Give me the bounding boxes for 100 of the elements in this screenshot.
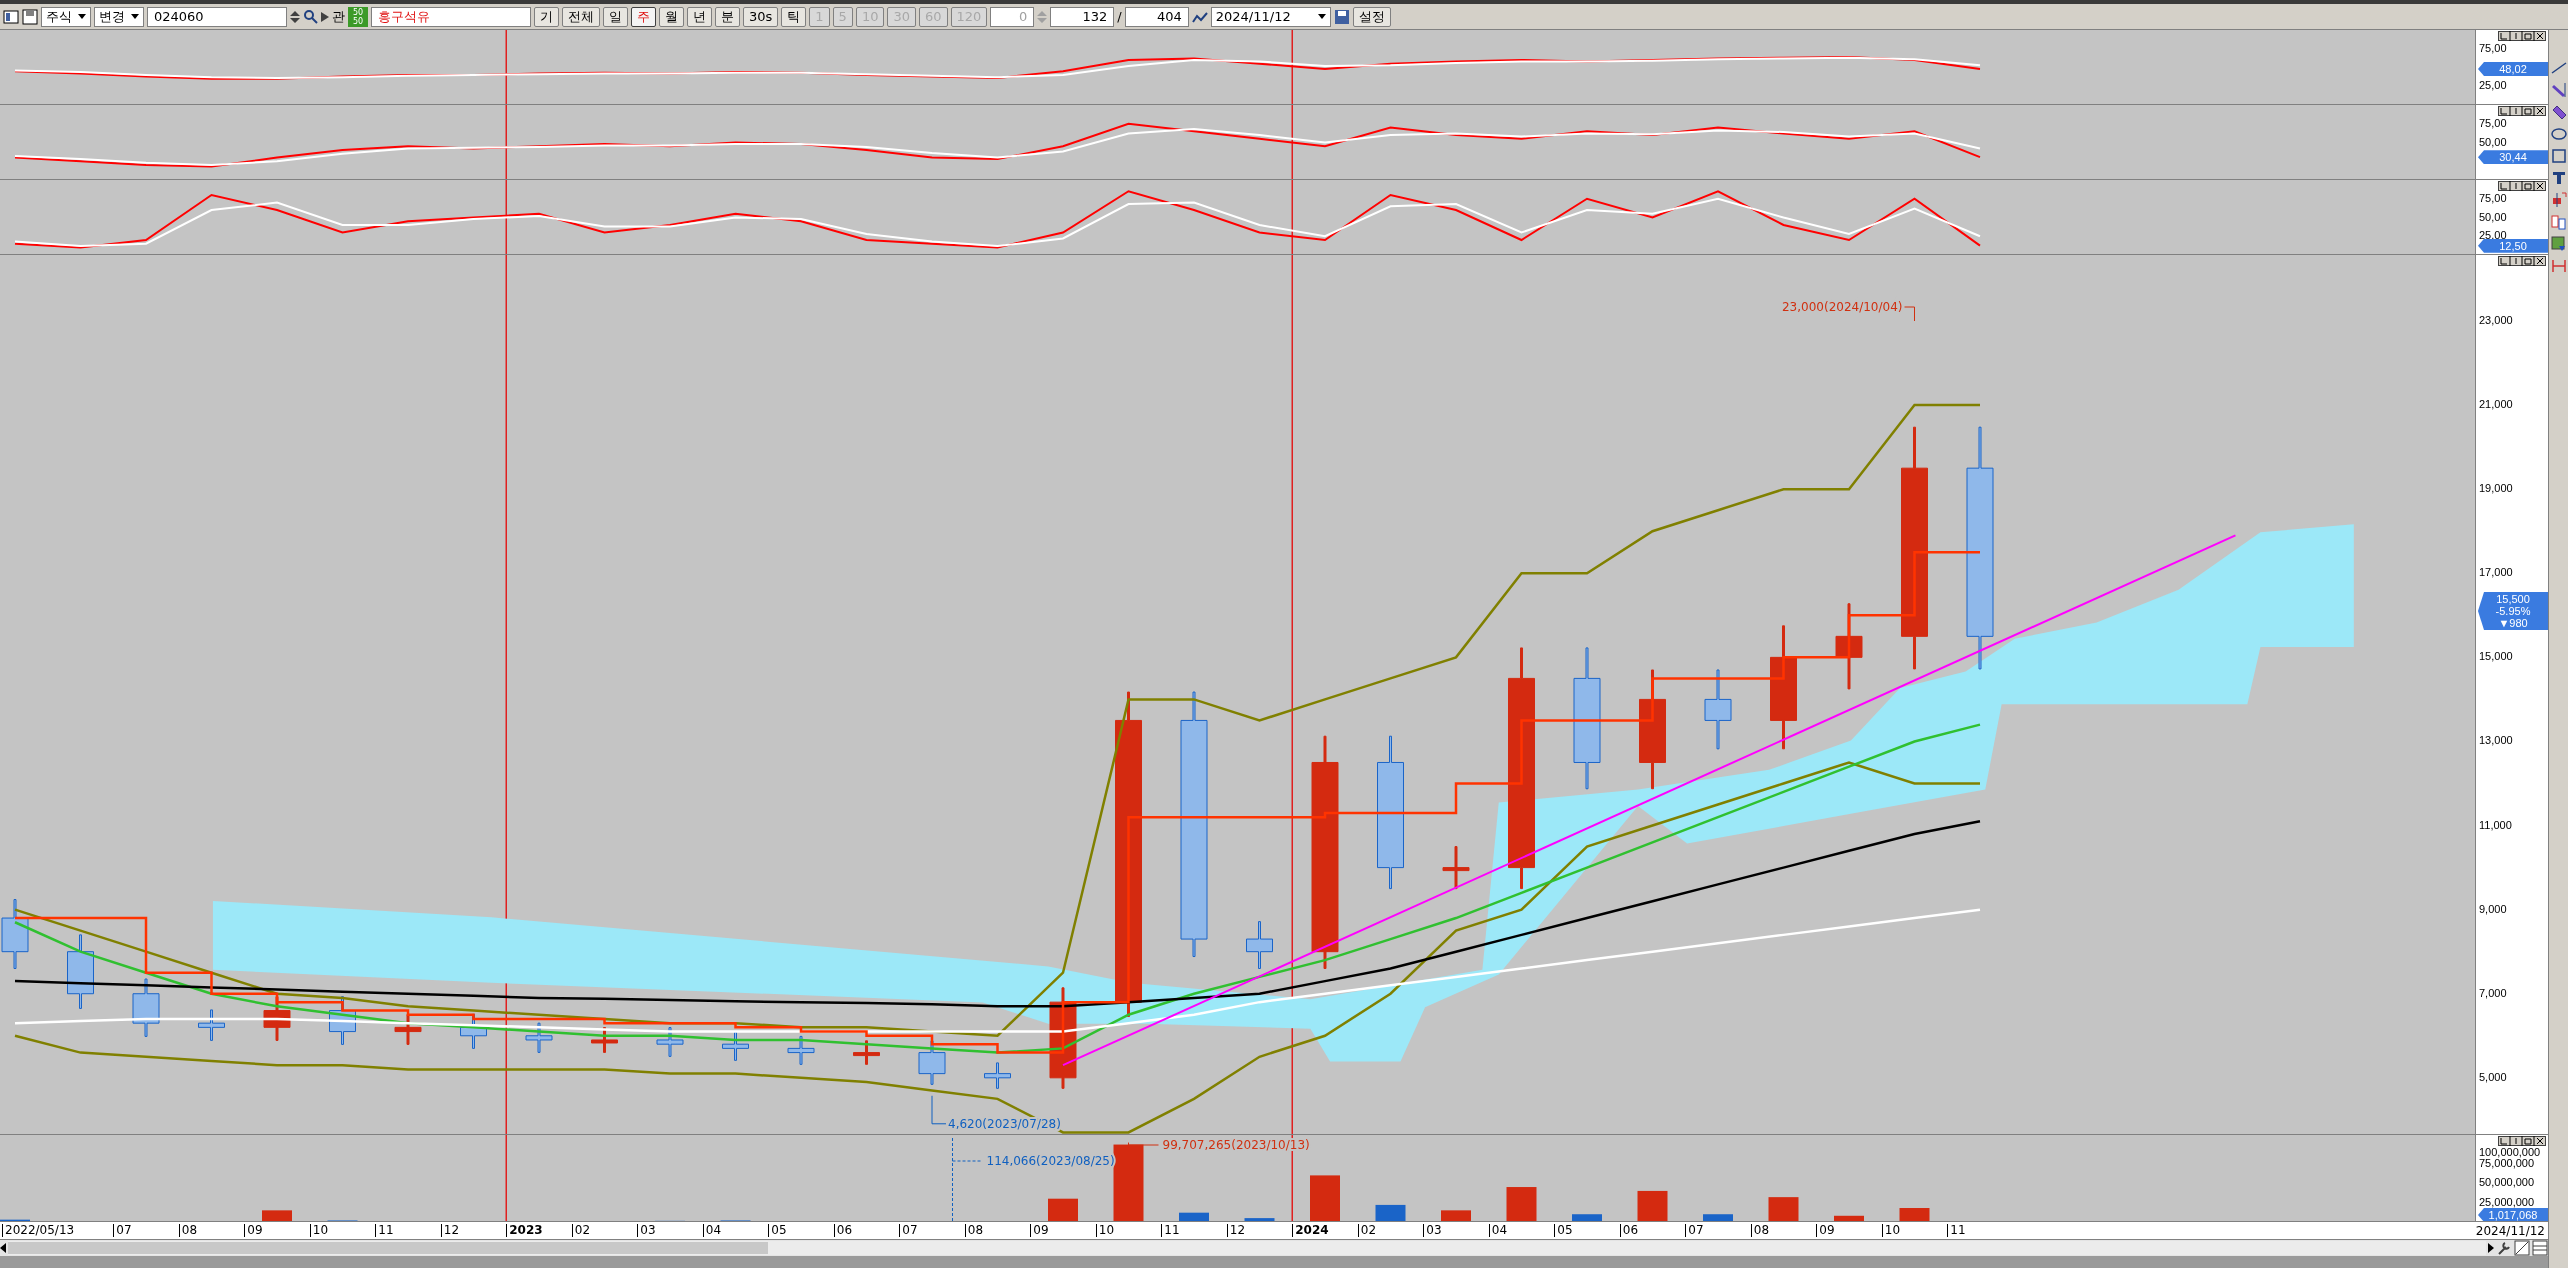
candlestick xyxy=(1246,921,1273,969)
axis-label: 08 xyxy=(964,1224,984,1237)
period-button[interactable]: 일 xyxy=(603,6,628,27)
axis-label: 50,00 xyxy=(2479,135,2507,149)
save-icon[interactable] xyxy=(1333,8,1350,25)
value-tag: 15,500 -5.95% ▼980 xyxy=(2478,592,2548,631)
axis-label: 21,000 xyxy=(2479,398,2513,412)
period-button[interactable]: 틱 xyxy=(781,6,807,27)
axis-label: 2024 xyxy=(1292,1224,1329,1237)
axis-label: 75,00 xyxy=(2479,191,2507,205)
settings-button[interactable]: 설정 xyxy=(1352,6,1391,27)
text-tool-icon[interactable] xyxy=(2550,170,2567,186)
ray-tool-icon[interactable] xyxy=(2550,82,2567,98)
code-field[interactable]: 024060 xyxy=(147,6,287,27)
axis-label: 06 xyxy=(833,1224,853,1237)
period-button[interactable]: 월 xyxy=(659,6,684,27)
grid-icon[interactable] xyxy=(2532,1240,2548,1256)
axis-label: 13,000 xyxy=(2479,734,2513,748)
pencil-icon[interactable] xyxy=(2550,104,2567,120)
panel-controls-icon[interactable] xyxy=(2498,106,2546,116)
axis-label: 10 xyxy=(309,1224,329,1237)
rectangle-icon[interactable] xyxy=(2550,148,2567,164)
axis-label: 07 xyxy=(1685,1224,1704,1237)
right-arrow-icon[interactable] xyxy=(2488,1243,2494,1253)
line-tool-icon[interactable] xyxy=(2550,60,2567,76)
axis-label: 10 xyxy=(1095,1224,1115,1237)
volume-bar xyxy=(1310,1175,1340,1221)
axis-label: 7,000 xyxy=(2479,986,2507,1000)
candlestick xyxy=(329,996,356,1045)
trend-line[interactable] xyxy=(1062,534,2237,1067)
image-export-icon[interactable] xyxy=(2550,236,2567,252)
count-field[interactable]: 132 xyxy=(1050,6,1115,27)
toolbar-button[interactable]: 전체 xyxy=(562,6,600,27)
leader-line xyxy=(931,1095,947,1125)
axis-label: 50,00 xyxy=(2479,210,2507,224)
market-dropdown[interactable]: 주식 xyxy=(41,6,91,27)
layout-icon[interactable] xyxy=(3,8,19,25)
left-arrow-icon[interactable] xyxy=(0,1243,6,1253)
leader-line xyxy=(1128,1142,1159,1146)
axis-label: 11 xyxy=(1161,1224,1180,1237)
panel-controls-icon[interactable] xyxy=(2498,1136,2546,1146)
volume-bar xyxy=(1506,1187,1537,1221)
search-icon[interactable] xyxy=(303,9,318,24)
period-button[interactable]: 년 xyxy=(687,6,712,27)
compare-icon[interactable] xyxy=(2550,214,2567,230)
candlestick xyxy=(394,1013,422,1045)
volume-bar xyxy=(1572,1214,1602,1221)
total-field[interactable]: 404 xyxy=(1124,6,1189,27)
marker-icon[interactable] xyxy=(2550,192,2567,208)
caret-icon xyxy=(131,14,139,19)
axis-label: 100,000,000 xyxy=(2479,1146,2541,1159)
period-button[interactable]: 분 xyxy=(715,6,740,27)
axis-label: 07 xyxy=(899,1224,918,1237)
spinner-icon[interactable] xyxy=(290,10,300,23)
panel-controls-icon[interactable] xyxy=(2498,31,2546,41)
candlestick xyxy=(1442,846,1470,890)
panel-controls-icon[interactable] xyxy=(2498,256,2546,266)
volume-bar xyxy=(1899,1208,1930,1221)
candlestick xyxy=(787,1035,815,1065)
panel-controls-icon[interactable] xyxy=(2498,181,2546,191)
stock-name-field[interactable]: 흥구석유 xyxy=(371,6,531,27)
axis-label: 17,000 xyxy=(2479,566,2513,580)
save-icon[interactable] xyxy=(22,8,38,25)
axis-label: 04 xyxy=(702,1224,722,1237)
axis-label: 11 xyxy=(1947,1224,1966,1237)
ellipse-icon[interactable] xyxy=(2550,126,2567,142)
axis-label: 09 xyxy=(1816,1224,1835,1237)
axis-label: 19,000 xyxy=(2479,482,2513,496)
period-button[interactable]: 30s xyxy=(743,6,779,27)
axis-label: 25,00 xyxy=(2479,79,2507,93)
candlestick xyxy=(722,1031,749,1061)
group-label[interactable]: 관 xyxy=(332,7,345,26)
axis-label: 11,000 xyxy=(2479,818,2512,832)
volume-bar xyxy=(1244,1218,1275,1221)
leader-line xyxy=(1904,306,1915,322)
axis-label: 12 xyxy=(1226,1224,1246,1237)
value-tag: 48,02 xyxy=(2478,62,2548,76)
separator-label: / xyxy=(1117,9,1122,24)
volume-bar xyxy=(1834,1215,1864,1221)
axis-label: 09 xyxy=(244,1224,263,1237)
play-icon[interactable] xyxy=(321,11,329,22)
caret-icon xyxy=(78,14,86,19)
axis-label: 2024/11/12 xyxy=(2475,1222,2546,1239)
period-button[interactable]: 주 xyxy=(631,6,656,27)
candlestick xyxy=(525,1022,553,1053)
annotation-label: 23,000(2024/10/04) xyxy=(1782,300,1903,314)
toolbar-button[interactable]: 기 xyxy=(534,6,559,27)
wrench-icon[interactable] xyxy=(2496,1240,2512,1256)
mode-dropdown[interactable]: 변경 xyxy=(94,6,144,27)
candlestick xyxy=(853,1040,880,1065)
axis-label: 03 xyxy=(637,1224,656,1237)
market-badge: 50 50 xyxy=(348,6,368,27)
volume-bar xyxy=(1441,1210,1471,1221)
date-field[interactable]: 2024/11/12 xyxy=(1210,6,1331,27)
candlestick xyxy=(984,1062,1011,1089)
measure-icon[interactable] xyxy=(2550,258,2567,274)
scrollbar[interactable] xyxy=(8,1241,2486,1255)
candlestick xyxy=(132,978,160,1037)
diagonal-box-icon[interactable] xyxy=(2514,1240,2530,1256)
scrollbar-thumb[interactable] xyxy=(8,1242,768,1254)
